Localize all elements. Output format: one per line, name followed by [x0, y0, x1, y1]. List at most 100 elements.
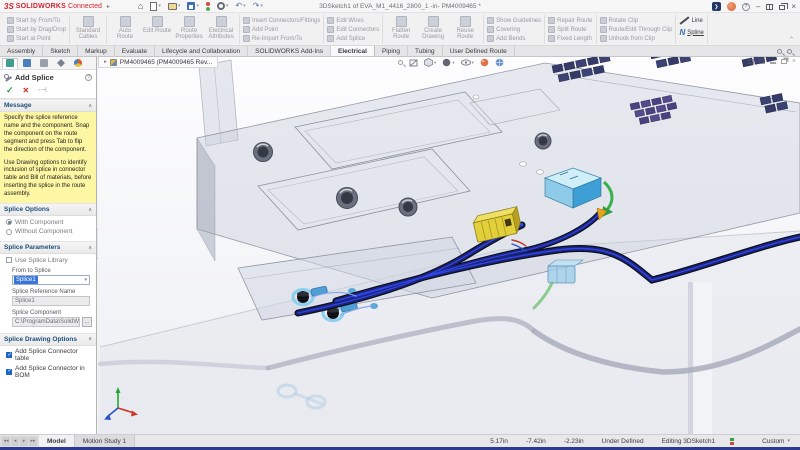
auto-route-button[interactable]: Auto Route: [110, 15, 140, 44]
splice-options-header[interactable]: Splice Options∧: [0, 203, 96, 216]
restore-button[interactable]: [779, 5, 785, 10]
tab-tubing[interactable]: Tubing: [408, 46, 443, 56]
lifecycle-status-button[interactable]: [206, 2, 210, 11]
splice-component-input[interactable]: C:\ProgramData\SolidWorks\: [12, 317, 80, 327]
tab-assembly[interactable]: Assembly: [0, 46, 43, 56]
cancel-button[interactable]: ✕: [23, 86, 30, 95]
motion-study-tab[interactable]: Motion Study 1: [75, 435, 135, 447]
save-button[interactable]: ▾: [187, 2, 199, 10]
view-orientation-button[interactable]: ▾: [424, 58, 436, 67]
pin-button[interactable]: -⊣: [38, 86, 46, 95]
use-splice-library-checkbox[interactable]: Use Splice Library: [0, 254, 96, 264]
electrical-attributes-button[interactable]: Electrical Attributes: [206, 15, 236, 44]
flatten-route-button[interactable]: Flatten Route: [386, 15, 416, 44]
flyout-expand-arrow-icon[interactable]: ▸: [104, 59, 107, 65]
insert-connectors-button[interactable]: Insert Connectors/Fittings: [243, 16, 320, 25]
close-button[interactable]: ×: [791, 3, 796, 11]
show-guidelines-button[interactable]: Show Guidelines: [487, 16, 541, 25]
connector-table-checkbox[interactable]: Add Splice Connector table: [0, 346, 96, 363]
redo-button[interactable]: ↷▾: [253, 2, 263, 10]
from-to-splice-dropdown[interactable]: Splice1 ▾: [12, 275, 90, 285]
edit-connectors-button[interactable]: Edit Connectors: [327, 25, 379, 34]
graphics-viewport[interactable]: ▸ PM4009465 (PM4009465 Rev... ▾ ▾ ▾: [98, 57, 800, 434]
section-view-button[interactable]: [409, 58, 418, 67]
options-button[interactable]: ▾: [217, 2, 229, 10]
edit-route-button[interactable]: Edit Route: [142, 15, 172, 44]
nav-last-icon[interactable]: ▸▸: [29, 437, 37, 446]
help-button[interactable]: ?: [742, 3, 750, 11]
feature-tree-flyout[interactable]: ▸ PM4009465 (PM4009465 Rev...: [98, 57, 218, 68]
tab-electrical[interactable]: Electrical: [331, 46, 375, 56]
search-commands-icon[interactable]: [777, 49, 782, 54]
panel-help-icon[interactable]: ?: [85, 74, 92, 81]
hide-show-button[interactable]: ▾: [461, 58, 474, 67]
reimport-fromto-button[interactable]: Re-Import From/To: [243, 34, 320, 43]
add-point-button[interactable]: Add Point: [243, 25, 320, 34]
ribbon-collapse-caret-icon[interactable]: ⌃: [789, 36, 794, 43]
edit-appearance-button[interactable]: [480, 58, 489, 67]
splice-parameters-header[interactable]: Splice Parameters∧: [0, 241, 96, 254]
model-tab[interactable]: Model: [39, 435, 75, 447]
search-help-icon[interactable]: [787, 49, 792, 54]
home-button[interactable]: ⌂: [138, 2, 143, 11]
featuremanager-tab[interactable]: [19, 58, 35, 69]
standard-cables-button[interactable]: Standard Cables: [73, 15, 103, 44]
split-route-button[interactable]: Split Route: [548, 25, 592, 34]
nav-next-icon[interactable]: ▸: [20, 437, 28, 446]
doc-cascade-icon[interactable]: [748, 59, 754, 64]
splice-reference-input[interactable]: Splice1: [12, 296, 90, 306]
splice-drawing-options-header[interactable]: Splice Drawing Options∧: [0, 333, 96, 346]
without-component-radio[interactable]: Without Component: [0, 226, 96, 236]
zoom-fit-button[interactable]: [398, 60, 403, 65]
route-through-clip-button[interactable]: Route/Edit Through Clip: [600, 25, 673, 34]
dimxpert-tab[interactable]: [53, 58, 69, 69]
scene-button[interactable]: [495, 58, 504, 67]
with-component-radio[interactable]: With Component: [0, 216, 96, 226]
user-avatar[interactable]: [727, 2, 736, 11]
window-layout-button[interactable]: [766, 4, 773, 10]
start-by-dragdrop-button[interactable]: Start by Drag/Drop: [7, 25, 66, 34]
tab-markup[interactable]: Markup: [78, 46, 115, 56]
propertymanager-tab[interactable]: [2, 58, 18, 69]
ok-button[interactable]: ✓: [6, 86, 14, 95]
connector-bom-checkbox[interactable]: Add Splice Connector in BOM: [0, 362, 96, 379]
minimize-button[interactable]: –: [756, 3, 760, 11]
add-splice-button[interactable]: Add Splice: [327, 34, 379, 43]
doc-close-icon[interactable]: ×: [792, 58, 796, 65]
doc-minimize-icon[interactable]: [770, 62, 776, 63]
edit-wires-button[interactable]: Edit Wires: [327, 16, 379, 25]
unit-system-selector[interactable]: Custom ▾: [740, 438, 800, 445]
create-drawing-button[interactable]: Create Drawing: [418, 15, 448, 44]
undo-button[interactable]: ↶▾: [235, 2, 245, 10]
tab-evaluate[interactable]: Evaluate: [115, 46, 155, 56]
menu-expand-arrow-icon[interactable]: ▸: [107, 3, 110, 10]
3dexperience-icon[interactable]: ❯: [712, 2, 721, 11]
tab-addins[interactable]: SOLIDWORKS Add-Ins: [248, 46, 331, 56]
nav-first-icon[interactable]: ◂◂: [2, 437, 10, 446]
repair-route-button[interactable]: Repair Route: [548, 16, 592, 25]
spline-tool-button[interactable]: NSpline: [679, 28, 703, 37]
browse-button[interactable]: ...: [82, 317, 92, 327]
start-by-fromto-button[interactable]: Start by From/To: [7, 16, 66, 25]
tab-piping[interactable]: Piping: [375, 46, 408, 56]
displaymanager-tab[interactable]: [36, 58, 52, 69]
route-properties-button[interactable]: Route Properties: [174, 15, 204, 44]
add-bends-button[interactable]: Add Bends: [487, 34, 541, 43]
nav-prev-icon[interactable]: ◂: [11, 437, 19, 446]
reuse-route-button[interactable]: Reuse Route: [450, 15, 480, 44]
line-tool-button[interactable]: Line: [679, 16, 703, 25]
unhook-from-clip-button[interactable]: Unhook from Clip: [600, 34, 673, 43]
start-at-point-button[interactable]: Start at Point: [7, 34, 66, 43]
open-button[interactable]: ▾: [168, 3, 181, 10]
tab-sketch[interactable]: Sketch: [43, 46, 78, 56]
covering-button[interactable]: Covering: [487, 25, 541, 34]
tab-lifecycle[interactable]: Lifecycle and Collaboration: [155, 46, 248, 56]
rotate-clip-button[interactable]: Rotate Clip: [600, 16, 673, 25]
fixed-length-button[interactable]: Fixed Length: [548, 34, 592, 43]
doc-restore-icon[interactable]: [781, 59, 787, 64]
configuration-tab[interactable]: [70, 58, 86, 69]
new-document-button[interactable]: ▾: [150, 2, 161, 11]
display-style-button[interactable]: ▾: [442, 58, 454, 67]
doc-tile-icon[interactable]: [759, 59, 765, 64]
tab-user-defined-route[interactable]: User Defined Route: [443, 46, 515, 56]
